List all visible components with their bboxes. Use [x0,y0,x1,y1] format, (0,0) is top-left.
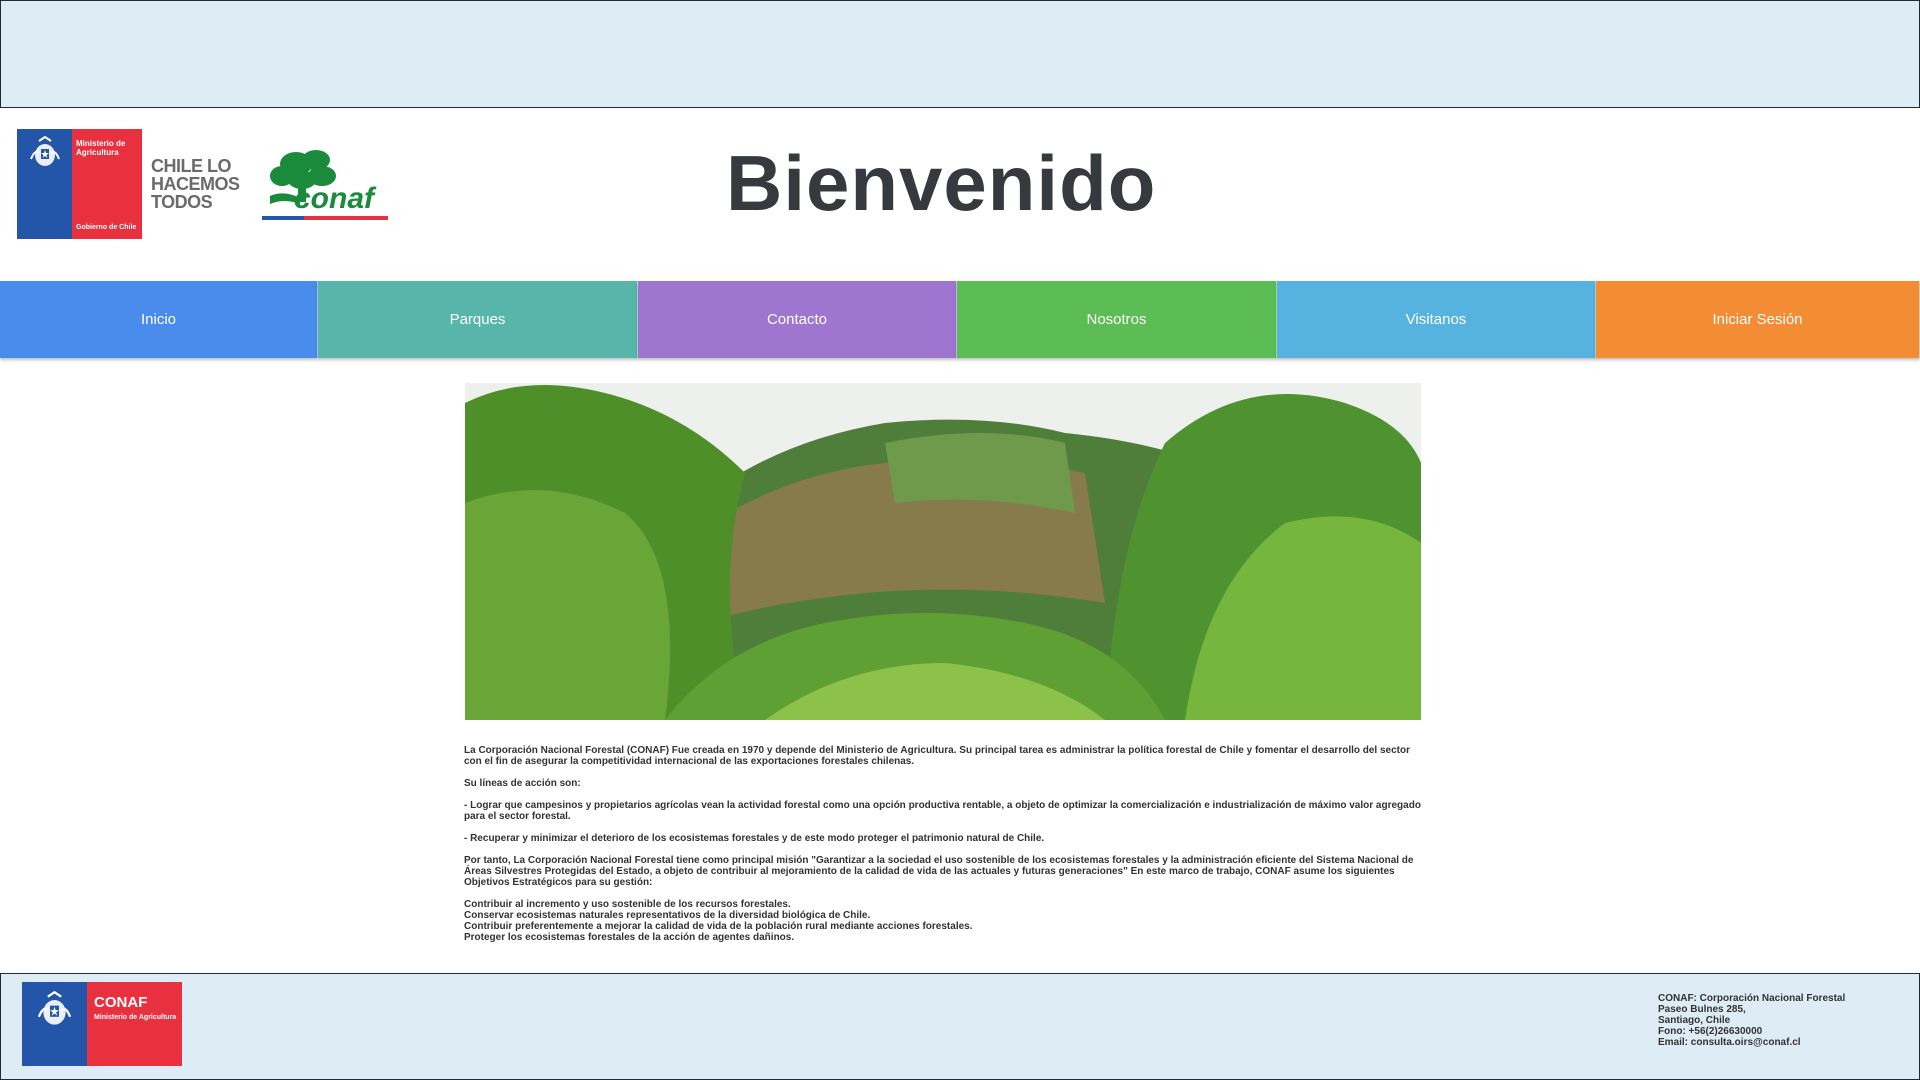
action-line-2: - Recuperar y minimizar el deterioro de … [464,833,1045,844]
nav-inicio[interactable]: Inicio [0,281,318,358]
government-label: Gobierno de Chile [76,224,137,231]
nav-contacto[interactable]: Contacto [638,281,957,358]
conaf-logo-text: conaf [294,182,377,215]
ministry-logo[interactable]: Ministerio de Agricultura Gobierno de Ch… [17,129,142,239]
contact-email[interactable]: Email: consulta.oirs@conaf.cl [1658,1037,1845,1048]
strategic-goals: Contribuir al incremento y uso sostenibl… [464,899,1424,943]
slogan-line-2: HACEMOS [151,174,240,194]
contact-city: Santiago, Chile [1658,1015,1731,1026]
contact-phone: Fono: +56(2)26630000 [1658,1026,1763,1037]
main-nav: Inicio Parques Contacto Nosotros Visitan… [0,281,1920,360]
chile-crest-icon [37,990,72,1025]
goal-item: Conservar ecosistemas naturales represen… [464,910,871,921]
ministry-logo-blue [17,129,72,239]
action-line-1: - Lograr que campesinos y propietarios a… [464,800,1421,822]
chile-crest-icon [30,135,60,166]
mission-paragraph: Por tanto, La Corporación Nacional Fores… [464,855,1414,888]
footer-brand-sub: Ministerio de Agricultura [94,1014,177,1021]
ministry-logo-red: Ministerio de Agricultura Gobierno de Ch… [72,129,142,239]
slogan-line-1: CHILE LO [151,156,231,176]
page-title: Bienvenido [726,139,1157,227]
nav-parques[interactable]: Parques [318,281,638,358]
ministry-name: Ministerio de Agricultura [76,139,126,157]
goal-item: Contribuir preferentemente a mejorar la … [464,921,973,932]
intro-paragraph: La Corporación Nacional Forestal (CONAF)… [464,745,1411,767]
nav-iniciar-sesion[interactable]: Iniciar Sesión [1596,281,1920,358]
contact-org: CONAF: Corporación Nacional Forestal [1658,993,1846,1004]
goal-item: Contribuir al incremento y uso sostenibl… [464,899,791,910]
forest-hero-image [465,383,1421,720]
top-banner [0,0,1920,108]
footer-brand: CONAF [94,994,148,1011]
footer-conaf-logo[interactable]: CONAF Ministerio de Agricultura [22,982,182,1066]
nav-visitanos[interactable]: Visitanos [1277,281,1596,358]
footer-logo-blue [22,982,87,1066]
conaf-tree-logo[interactable]: conaf [260,146,390,224]
goal-item: Proteger los ecosistemas forestales de l… [464,932,795,943]
footer: CONAF Ministerio de Agricultura CONAF: C… [0,973,1920,1080]
nav-nosotros[interactable]: Nosotros [957,281,1277,358]
lines-heading: Su líneas de acción son: [464,778,581,789]
main-content: La Corporación Nacional Forestal (CONAF)… [464,745,1424,943]
contact-info: CONAF: Corporación Nacional Forestal Pas… [1658,993,1845,1048]
contact-address: Paseo Bulnes 285, [1658,1004,1746,1015]
footer-logo-red: CONAF Ministerio de Agricultura [87,982,182,1066]
header: Ministerio de Agricultura Gobierno de Ch… [0,108,1920,280]
slogan-line-3: TODOS [151,192,213,212]
slogan: CHILE LO HACEMOS TODOS [151,157,240,211]
